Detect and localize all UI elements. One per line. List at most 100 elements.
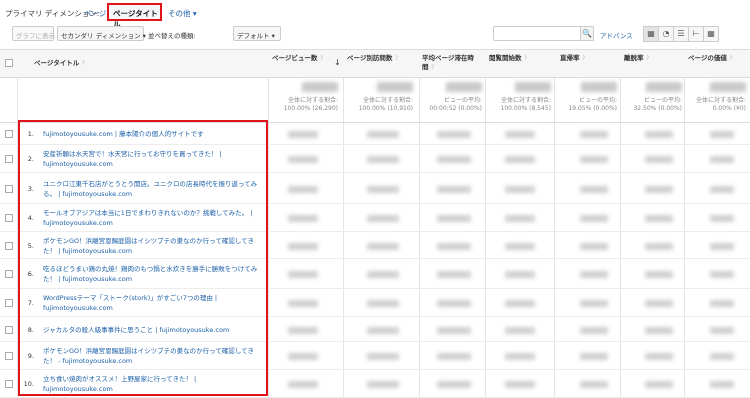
- header-exit-rate[interactable]: 離脱率 ?: [624, 54, 649, 63]
- header-unique-pageviews[interactable]: ページ別訪問数 ?: [347, 54, 398, 63]
- blurred-metric: [288, 156, 318, 163]
- view-switcher: ▦ ◔ ☰ ⊢ ▦: [643, 26, 719, 42]
- blurred-metric: [288, 186, 318, 193]
- header-page-value[interactable]: ページの価値 ?: [688, 54, 733, 63]
- total-page-value: 全体に対する割合: 0.00% (¥0): [676, 82, 746, 113]
- blurred-metric: [580, 300, 608, 307]
- blurred-metric: [367, 186, 399, 193]
- blurred-metric: [710, 381, 734, 388]
- blurred-metric: [367, 327, 399, 334]
- row-checkbox[interactable]: [5, 380, 13, 388]
- row-checkbox[interactable]: [5, 270, 13, 278]
- blurred-metric: [710, 131, 734, 138]
- blurred-metric: [710, 327, 734, 334]
- blurred-metric: [645, 243, 673, 250]
- blurred-metric: [288, 381, 318, 388]
- total-unique-pageviews: 全体に対する割合: 100.00% (10,910): [343, 82, 413, 113]
- blurred-metric: [710, 243, 734, 250]
- sort-type-dropdown[interactable]: デフォルト ▾: [233, 26, 281, 41]
- blurred-metric: [367, 381, 399, 388]
- blurred-metric: [437, 300, 471, 307]
- blurred-metric: [505, 381, 535, 388]
- blurred-metric: [288, 215, 318, 222]
- search-input[interactable]: [493, 26, 581, 41]
- dimension-bar: プライマリ ディメンション: ページ ページタイトル その他 ▾: [0, 0, 750, 29]
- dimension-page-link[interactable]: ページ: [84, 8, 106, 19]
- row-checkbox[interactable]: [5, 185, 13, 193]
- blurred-metric: [710, 186, 734, 193]
- dimension-page-title-selected[interactable]: ページタイトル: [107, 3, 162, 29]
- table-view-icon[interactable]: ▦: [643, 26, 659, 42]
- blurred-metric: [710, 156, 734, 163]
- pie-view-icon[interactable]: ◔: [658, 26, 674, 42]
- blurred-metric: [437, 131, 471, 138]
- row-checkbox[interactable]: [5, 352, 13, 360]
- sort-descending-icon[interactable]: ↓: [334, 58, 341, 67]
- blurred-metric: [580, 131, 608, 138]
- row-checkbox[interactable]: [5, 214, 13, 222]
- header-bounce-rate[interactable]: 直帰率 ?: [560, 54, 585, 63]
- total-pageviews: 全体に対する割合: 100.00% (26,290): [268, 82, 338, 113]
- row-checkbox[interactable]: [5, 299, 13, 307]
- row-checkbox[interactable]: [5, 130, 13, 138]
- header-pageviews[interactable]: ページビュー数 ?: [272, 54, 323, 63]
- blurred-metric: [367, 300, 399, 307]
- blurred-metric: [645, 327, 673, 334]
- blurred-metric: [505, 156, 535, 163]
- blurred-metric: [645, 381, 673, 388]
- table-header: ページタイトル ? ページビュー数 ? ↓ ページ別訪問数 ? 平均ページ滞在時…: [0, 49, 750, 78]
- blurred-metric: [645, 215, 673, 222]
- blurred-metric: [505, 353, 535, 360]
- blurred-metric: [580, 353, 608, 360]
- select-all-checkbox[interactable]: [5, 59, 13, 67]
- blurred-metric: [645, 156, 673, 163]
- pivot-view-icon[interactable]: ▦: [703, 26, 719, 42]
- header-page-title[interactable]: ページタイトル ?: [34, 59, 85, 68]
- blurred-metric: [645, 353, 673, 360]
- comparison-view-icon[interactable]: ⊢: [688, 26, 704, 42]
- blurred-metric: [437, 353, 471, 360]
- blurred-metric: [505, 186, 535, 193]
- blurred-metric: [505, 215, 535, 222]
- blurred-metric: [367, 271, 399, 278]
- blurred-metric: [505, 131, 535, 138]
- blurred-metric: [367, 131, 399, 138]
- dimension-other-dropdown[interactable]: その他 ▾: [168, 8, 197, 19]
- search-icon[interactable]: 🔍: [580, 26, 594, 41]
- blurred-metric: [645, 300, 673, 307]
- total-bounce-rate: ビューの平均: 19.05% (0.00%): [547, 82, 617, 113]
- blurred-metric: [580, 215, 608, 222]
- blurred-metric: [288, 271, 318, 278]
- blurred-metric: [437, 215, 471, 222]
- row-checkbox[interactable]: [5, 155, 13, 163]
- blurred-metric: [437, 186, 471, 193]
- blurred-metric: [367, 156, 399, 163]
- blurred-metric: [710, 215, 734, 222]
- row-checkbox[interactable]: [5, 242, 13, 250]
- blurred-metric: [437, 381, 471, 388]
- header-entrances[interactable]: 閲覧開始数 ?: [489, 54, 527, 63]
- blurred-metric: [288, 243, 318, 250]
- blurred-metric: [437, 327, 471, 334]
- totals-row: 全体に対する割合: 100.00% (26,290) 全体に対する割合: 100.0…: [0, 78, 750, 123]
- blurred-metric: [367, 243, 399, 250]
- blurred-metric: [288, 327, 318, 334]
- blurred-metric: [645, 131, 673, 138]
- header-avg-time[interactable]: 平均ページ滞在時間 ?: [422, 54, 480, 72]
- blurred-metric: [645, 271, 673, 278]
- advanced-filter-link[interactable]: アドバンス: [600, 30, 633, 40]
- blurred-metric: [710, 353, 734, 360]
- blurred-metric: [580, 156, 608, 163]
- blurred-metric: [580, 186, 608, 193]
- bar-view-icon[interactable]: ☰: [673, 26, 689, 42]
- blurred-metric: [580, 381, 608, 388]
- blurred-metric: [367, 353, 399, 360]
- blurred-metric: [288, 300, 318, 307]
- secondary-dimension-dropdown[interactable]: セカンダリ ディメンション ▾: [57, 26, 146, 41]
- blurred-metric: [505, 271, 535, 278]
- blurred-metric: [367, 215, 399, 222]
- blurred-metric: [710, 300, 734, 307]
- plot-rows-button[interactable]: グラフに表示: [12, 26, 55, 41]
- blurred-metric: [505, 327, 535, 334]
- row-checkbox[interactable]: [5, 326, 13, 334]
